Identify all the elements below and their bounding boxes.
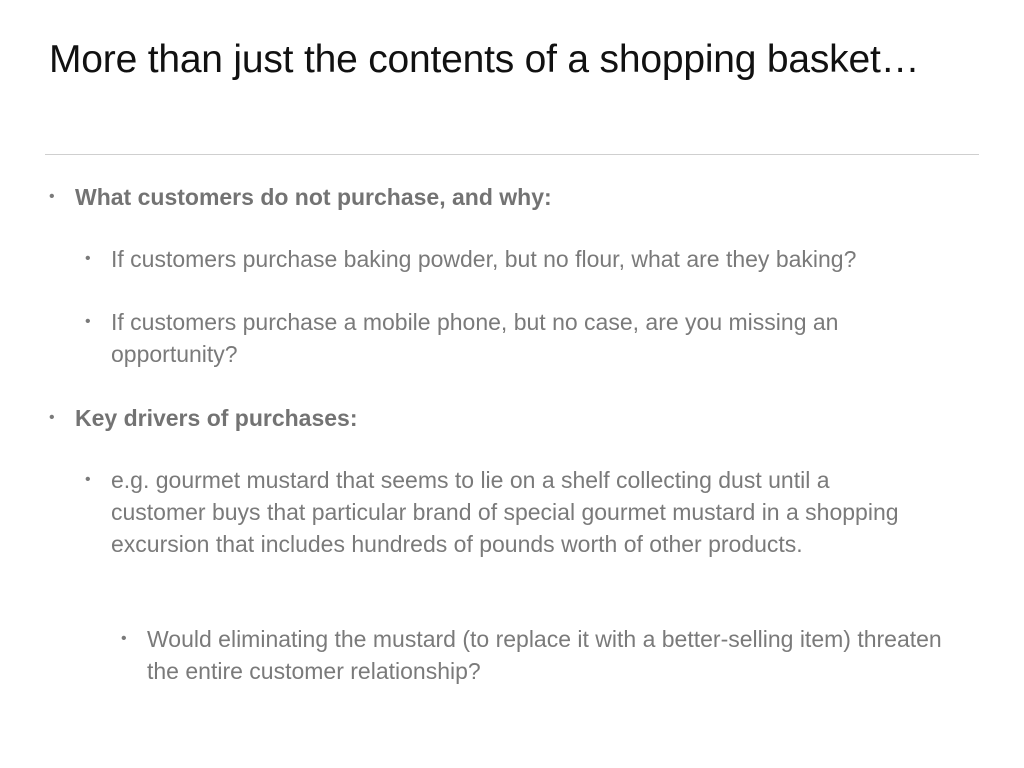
bullet-key-drivers: • Key drivers of purchases: — [49, 402, 975, 434]
bullet-eliminating-mustard: • Would eliminating the mustard (to repl… — [121, 623, 957, 687]
title-divider — [45, 154, 979, 155]
slide: More than just the contents of a shoppin… — [0, 0, 1024, 768]
bullet-text: e.g. gourmet mustard that seems to lie o… — [111, 467, 899, 557]
slide-title: More than just the contents of a shoppin… — [49, 38, 920, 81]
bullet-text: What customers do not purchase, and why: — [75, 184, 552, 210]
bullet-marker: • — [49, 188, 55, 205]
bullet-text: Key drivers of purchases: — [75, 405, 358, 431]
bullet-text: If customers purchase baking powder, but… — [111, 246, 857, 272]
bullet-marker: • — [85, 250, 91, 267]
bullet-mobile-phone: • If customers purchase a mobile phone, … — [85, 306, 941, 370]
bullet-marker: • — [49, 409, 55, 426]
bullet-text: Would eliminating the mustard (to replac… — [147, 626, 942, 684]
bullet-what-customers-do-not-purchase: • What customers do not purchase, and wh… — [49, 181, 975, 213]
bullet-marker: • — [85, 471, 91, 488]
bullet-marker: • — [85, 313, 91, 330]
bullet-baking-powder: • If customers purchase baking powder, b… — [85, 243, 981, 275]
bullet-marker: • — [121, 630, 127, 647]
bullet-text: If customers purchase a mobile phone, bu… — [111, 309, 839, 367]
bullet-gourmet-mustard: • e.g. gourmet mustard that seems to lie… — [85, 464, 921, 560]
